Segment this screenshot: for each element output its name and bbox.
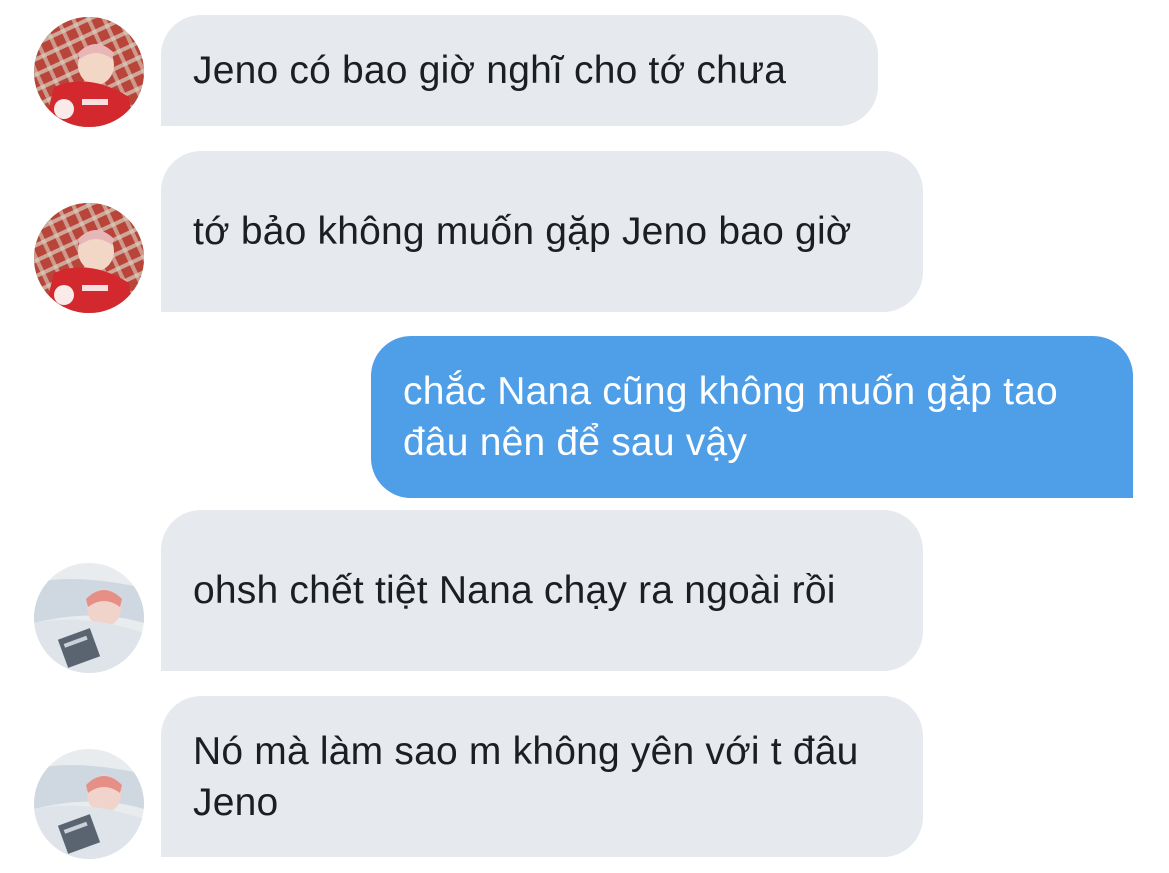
message-text: ohsh chết tiệt Nana chạy ra ngoài rồi — [193, 569, 836, 612]
message-text: tớ bảo không muốn gặp Jeno bao giờ — [193, 210, 852, 253]
message-bubble-incoming[interactable]: tớ bảo không muốn gặp Jeno bao giờ — [161, 151, 923, 312]
message-bubble-outgoing[interactable]: chắc Nana cũng không muốn gặp tao đâu nê… — [371, 336, 1133, 498]
message-bubble-incoming[interactable]: Nó mà làm sao m không yên với t đâu Jeno — [161, 696, 923, 857]
message-text: Jeno có bao giờ nghĩ cho tớ chưa — [193, 49, 787, 92]
avatar-bed-magazine-photo[interactable] — [34, 749, 144, 859]
message-text: chắc Nana cũng không muốn gặp tao đâu nê… — [403, 370, 1058, 464]
avatar-red-picnic-photo[interactable] — [34, 203, 144, 313]
avatar-bed-magazine-photo[interactable] — [34, 563, 144, 673]
message-text: Nó mà làm sao m không yên với t đâu Jeno — [193, 729, 859, 824]
message-bubble-incoming[interactable]: ohsh chết tiệt Nana chạy ra ngoài rồi — [161, 510, 923, 671]
message-bubble-incoming[interactable]: Jeno có bao giờ nghĩ cho tớ chưa — [161, 15, 878, 126]
avatar-red-picnic-photo[interactable] — [34, 17, 144, 127]
